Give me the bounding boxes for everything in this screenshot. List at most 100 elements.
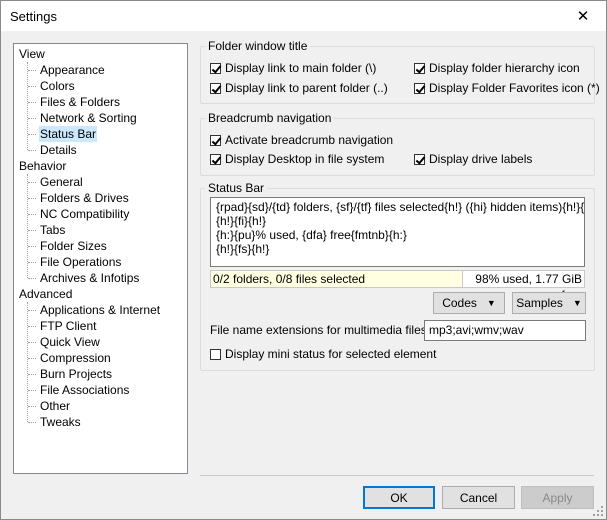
tree-connector [28, 230, 36, 231]
close-icon[interactable]: ✕ [560, 1, 606, 31]
tree-item-network-sorting[interactable]: Network & Sorting [39, 110, 138, 126]
folder-title-group [200, 46, 595, 104]
mini-status-checkbox[interactable]: Display mini status for selected element [210, 347, 436, 361]
title-bar[interactable]: Settings ✕ [1, 1, 606, 31]
tree-connector [28, 134, 36, 135]
bottom-separator [200, 475, 594, 476]
cancel-button[interactable]: Cancel [442, 486, 515, 509]
tree-item-tweaks[interactable]: Tweaks [39, 414, 82, 430]
status-preview-right: 98% used, 1.77 GiB free [462, 271, 584, 302]
status-template-textarea[interactable]: {rpad}{sd}/{td} folders, {sf}/{tf} files… [210, 197, 585, 267]
tree-item-compression[interactable]: Compression [39, 350, 112, 366]
tree-connector [28, 422, 36, 423]
tree-connector [28, 310, 36, 311]
samples-button-label: Samples [516, 296, 563, 310]
tree-connector [28, 262, 36, 263]
tree-item-folder-sizes[interactable]: Folder Sizes [39, 238, 108, 254]
tree-connector [27, 302, 28, 422]
status-preview: 0/2 folders, 0/8 files selected 98% used… [210, 270, 585, 302]
favorites-icon-checkbox[interactable]: Display Folder Favorites icon (*) [414, 81, 600, 95]
extensions-label: File name extensions for multimedia file… [210, 323, 431, 337]
mini-status-label: Display mini status for selected element [225, 347, 437, 361]
tree-item-file-associations[interactable]: File Associations [39, 382, 130, 398]
checkbox-box[interactable] [210, 62, 221, 74]
tree-connector [28, 214, 36, 215]
tree-item-status-bar[interactable]: Status Bar [39, 126, 98, 142]
codes-button[interactable]: Codes ▼ [433, 292, 505, 314]
apply-button[interactable]: Apply [521, 486, 594, 509]
status-bar-group-label: Status Bar [205, 181, 268, 195]
checkbox-box[interactable] [210, 82, 221, 94]
checkbox-box[interactable] [414, 62, 425, 74]
tree-connector [27, 62, 28, 150]
ok-button[interactable]: OK [363, 486, 435, 509]
tree-item-quick-view[interactable]: Quick View [39, 334, 101, 350]
tree-connector [28, 182, 36, 183]
favorites-icon-label: Display Folder Favorites icon (*) [429, 81, 600, 95]
tree-item-burn-projects[interactable]: Burn Projects [39, 366, 113, 382]
tree-node-view[interactable]: View [19, 46, 45, 62]
hierarchy-icon-checkbox[interactable]: Display folder hierarchy icon [414, 61, 580, 75]
codes-button-label: Codes [442, 296, 477, 310]
tree-item-files-folders[interactable]: Files & Folders [39, 94, 121, 110]
extensions-input[interactable]: mp3;avi;wmv;wav [424, 320, 586, 341]
tree-item-appearance[interactable]: Appearance [39, 62, 106, 78]
drive-labels-label: Display drive labels [429, 152, 533, 166]
tree-item-colors[interactable]: Colors [39, 78, 76, 94]
tree-connector [28, 406, 36, 407]
tree-item-details[interactable]: Details [39, 142, 78, 158]
settings-tree[interactable]: View Appearance Colors Files & Folders Netwo… [13, 43, 188, 474]
checkbox-box[interactable] [210, 348, 221, 360]
tree-connector [28, 278, 36, 279]
tree-connector [28, 246, 36, 247]
ok-button-label: OK [390, 490, 408, 505]
tree-node-behavior[interactable]: Behavior [19, 158, 66, 174]
tree-connector [28, 390, 36, 391]
tree-item-applications-internet[interactable]: Applications & Internet [39, 302, 161, 318]
tree-connector [28, 326, 36, 327]
hierarchy-icon-label: Display folder hierarchy icon [429, 61, 580, 75]
tree-connector [28, 70, 36, 71]
tree-connector [28, 342, 36, 343]
checkbox-box[interactable] [210, 134, 221, 146]
display-desktop-label: Display Desktop in file system [225, 152, 385, 166]
status-preview-left: 0/2 folders, 0/8 files selected [211, 271, 462, 287]
apply-button-label: Apply [542, 490, 573, 505]
resize-grip-icon[interactable] [593, 506, 603, 516]
tree-connector [28, 86, 36, 87]
dropdown-arrow-icon: ▼ [572, 298, 582, 308]
tree-item-file-operations[interactable]: File Operations [39, 254, 122, 270]
tree-item-other[interactable]: Other [39, 398, 71, 414]
checkbox-box[interactable] [414, 82, 425, 94]
breadcrumb-group [200, 118, 595, 176]
tree-item-tabs[interactable]: Tabs [39, 222, 66, 238]
activate-breadcrumb-label: Activate breadcrumb navigation [225, 133, 394, 147]
tree-item-ftp-client[interactable]: FTP Client [39, 318, 97, 334]
tree-connector [28, 118, 36, 119]
main-folder-checkbox[interactable]: Display link to main folder (\) [210, 61, 376, 75]
checkbox-box[interactable] [210, 153, 221, 165]
tree-item-nc-compatibility[interactable]: NC Compatibility [39, 206, 130, 222]
window-title: Settings [10, 9, 57, 24]
main-folder-label: Display link to main folder (\) [225, 61, 377, 75]
tree-connector [28, 102, 36, 103]
parent-folder-checkbox[interactable]: Display link to parent folder (..) [210, 81, 388, 95]
dropdown-arrow-icon: ▼ [486, 298, 496, 308]
display-desktop-checkbox[interactable]: Display Desktop in file system [210, 152, 384, 166]
tree-item-general[interactable]: General [39, 174, 84, 190]
tree-node-advanced[interactable]: Advanced [19, 286, 72, 302]
tree-connector [28, 374, 36, 375]
samples-button[interactable]: Samples ▼ [512, 292, 586, 314]
tree-connector [28, 150, 36, 151]
breadcrumb-group-label: Breadcrumb navigation [205, 111, 335, 125]
tree-connector [28, 358, 36, 359]
parent-folder-label: Display link to parent folder (..) [225, 81, 388, 95]
checkbox-box[interactable] [414, 153, 425, 165]
settings-window: Settings ✕ View Appearance Colors Files & F… [0, 0, 607, 520]
tree-item-archives-infotips[interactable]: Archives & Infotips [39, 270, 140, 286]
activate-breadcrumb-checkbox[interactable]: Activate breadcrumb navigation [210, 133, 393, 147]
cancel-button-label: Cancel [459, 490, 498, 505]
tree-item-folders-drives[interactable]: Folders & Drives [39, 190, 130, 206]
tree-connector [27, 174, 28, 278]
drive-labels-checkbox[interactable]: Display drive labels [414, 152, 532, 166]
